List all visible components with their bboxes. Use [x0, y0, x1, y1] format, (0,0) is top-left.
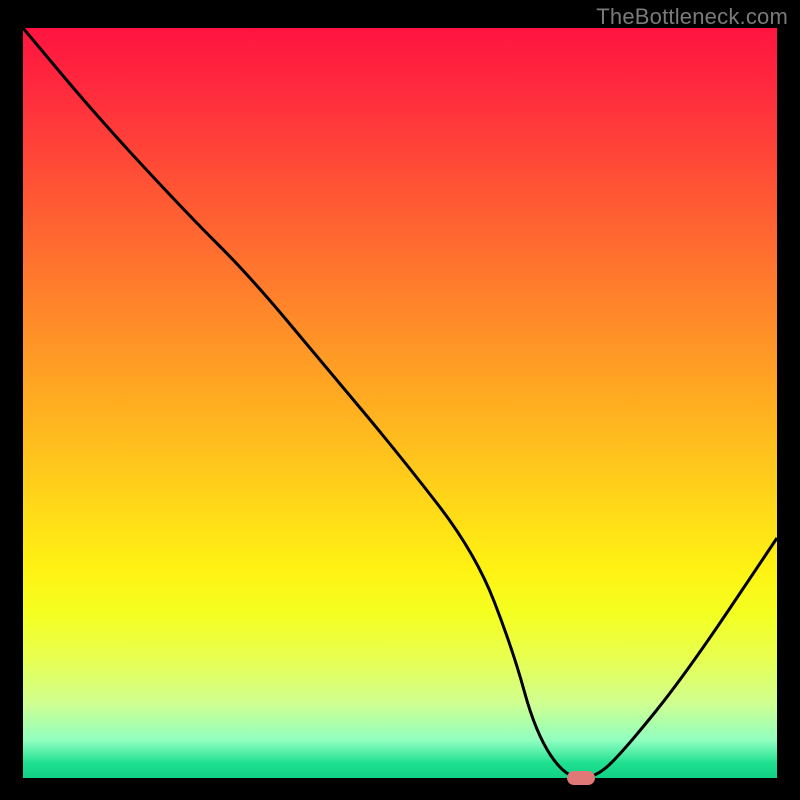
watermark-text: TheBottleneck.com — [596, 4, 788, 30]
chart-container: TheBottleneck.com — [0, 0, 800, 800]
bottleneck-curve — [23, 28, 777, 778]
selected-point-marker — [567, 771, 595, 785]
chart-svg — [23, 28, 777, 778]
plot-area — [23, 28, 777, 778]
